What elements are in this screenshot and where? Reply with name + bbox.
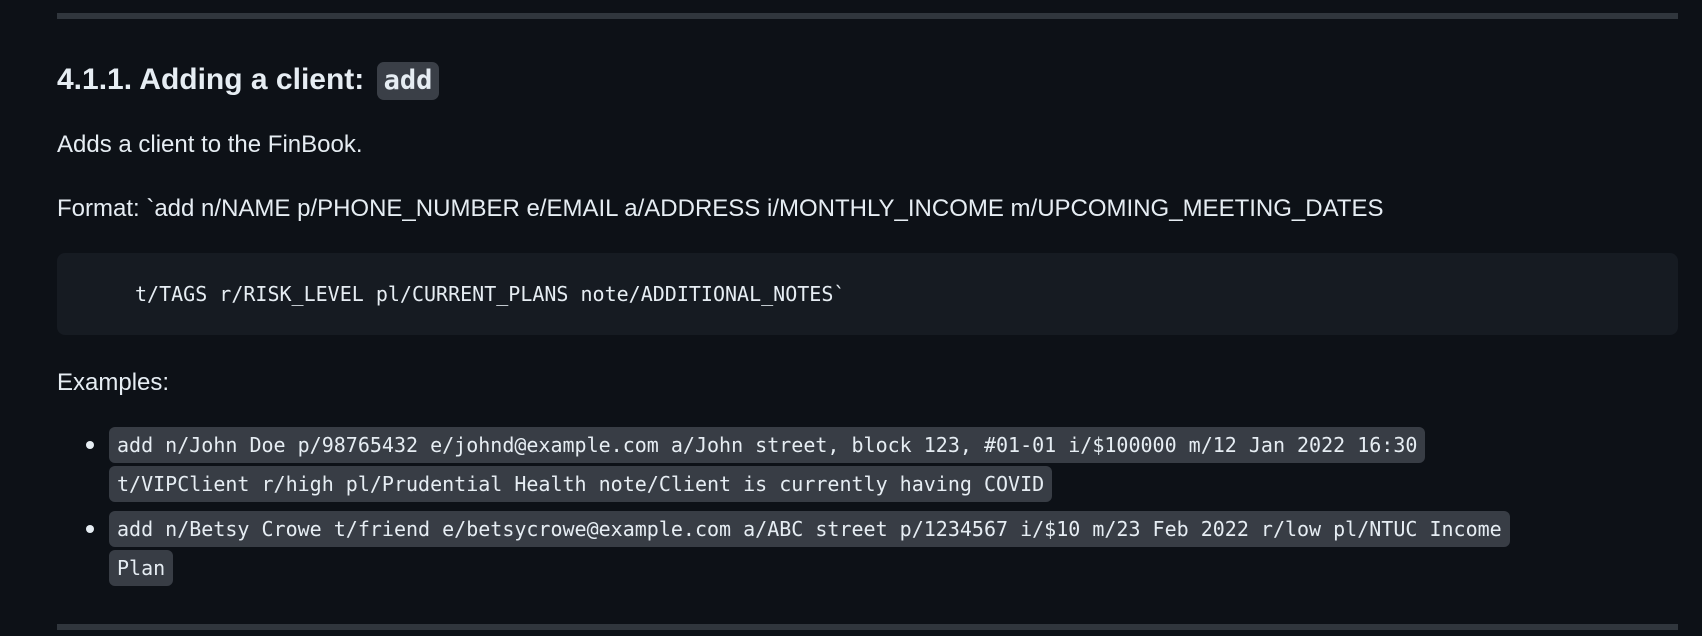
list-item: add n/Betsy Crowe t/friend e/betsycrowe@… [57,510,1637,588]
example-code-line: Plan [109,549,1637,588]
bullet-icon [86,525,94,533]
format-code-text: t/TAGS r/RISK_LEVEL pl/CURRENT_PLANS not… [135,282,846,306]
list-item: add n/John Doe p/98765432 e/johnd@exampl… [57,426,1637,504]
bullet-icon [86,441,94,449]
example-code-line: add n/Betsy Crowe t/friend e/betsycrowe@… [109,510,1637,549]
examples-label: Examples: [57,369,170,396]
section-description: Adds a client to the FinBook. [57,131,363,158]
example-code-text: add n/John Doe p/98765432 e/johnd@exampl… [109,427,1426,463]
format-line: Format: `add n/NAME p/PHONE_NUMBER e/EMA… [57,195,1384,222]
example-code-text: add n/Betsy Crowe t/friend e/betsycrowe@… [109,511,1510,547]
horizontal-rule-top [57,13,1678,19]
horizontal-rule-bottom [57,624,1678,630]
example-code-line: t/VIPClient r/high pl/Prudential Health … [109,465,1637,504]
heading-inline-code: add [376,62,440,100]
format-code-block: t/TAGS r/RISK_LEVEL pl/CURRENT_PLANS not… [57,253,1678,335]
example-code-text: Plan [109,550,174,586]
section-heading: 4.1.1. Adding a client: add [57,58,440,102]
examples-list: add n/John Doe p/98765432 e/johnd@exampl… [57,426,1637,594]
heading-text: 4.1.1. Adding a client: [57,63,365,96]
example-code-text: t/VIPClient r/high pl/Prudential Health … [109,466,1053,502]
example-code-line: add n/John Doe p/98765432 e/johnd@exampl… [109,426,1637,465]
